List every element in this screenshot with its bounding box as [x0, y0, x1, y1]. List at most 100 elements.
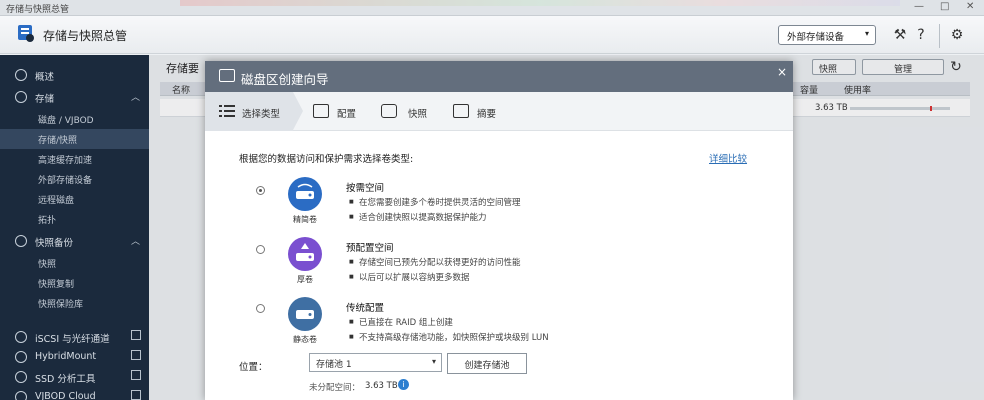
hybridmount-icon: [15, 351, 27, 363]
sidebar-item-snapshot-replica[interactable]: 快照复制: [0, 273, 149, 293]
sidebar-item-storage[interactable]: 存储 ︿: [0, 87, 149, 107]
sidebar-item-snapshot-vault[interactable]: 快照保险库: [0, 293, 149, 313]
search-tools-icon[interactable]: ⚒: [891, 26, 909, 44]
external-link-icon: [131, 350, 141, 360]
sidebar-item-label: HybridMount: [35, 351, 97, 362]
info-icon[interactable]: i: [398, 379, 409, 390]
camera-icon: [381, 104, 397, 118]
sidebar-item-remote-disk[interactable]: 远程磁盘: [0, 189, 149, 209]
sidebar-item-label: 高速缓存加速: [38, 156, 93, 166]
volume-caption: 静态卷: [293, 335, 317, 344]
volume-creation-wizard: 磁盘区创建向导 × 选择类型 配置 快照 摘要 根据您的数据访问和保护需求选择卷…: [205, 61, 793, 400]
step-snapshot[interactable]: 快照: [381, 92, 441, 131]
option-title: 按需空间: [346, 183, 385, 194]
modal-header: 磁盘区创建向导 ×: [205, 61, 793, 92]
sidebar-item-label: 外部存储设备: [38, 176, 93, 186]
step-label: 快照: [408, 109, 428, 120]
unallocated-label: 未分配空间：: [309, 383, 361, 393]
chevron-up-icon: ︿: [130, 237, 140, 247]
step-select-type[interactable]: 选择类型: [205, 92, 293, 131]
static-volume-icon: [288, 297, 322, 331]
sidebar-item-iscsi[interactable]: iSCSI 与光纤通道: [0, 327, 149, 347]
sidebar-item-label: 快照复制: [38, 280, 75, 290]
create-pool-button[interactable]: 创建存储池: [447, 353, 527, 374]
maximize-button[interactable]: □: [940, 1, 949, 12]
step-label: 摘要: [477, 109, 497, 120]
thin-volume-radio[interactable]: [256, 186, 265, 195]
app-header: 存储与快照总管 外部存储设备 ▾ ⚒ ? ⚙: [0, 16, 984, 54]
sidebar-item-cache[interactable]: 高速缓存加速: [0, 149, 149, 169]
storage-pool-select[interactable]: 存储池 1 ▾: [309, 353, 442, 372]
step-label: 选择类型: [242, 109, 281, 120]
sidebar-item-external-storage[interactable]: 外部存储设备: [0, 169, 149, 189]
step-arrow: [293, 92, 303, 130]
app-title: 存储与快照总管: [43, 29, 128, 43]
thick-volume-radio[interactable]: [256, 245, 265, 254]
option-title: 传统配置: [346, 303, 385, 314]
compare-link[interactable]: 详细比较: [709, 151, 747, 165]
external-link-icon: [131, 370, 141, 380]
unallocated-value: 3.63 TB: [365, 381, 398, 391]
wizard-steps: 选择类型 配置 快照 摘要: [205, 92, 793, 131]
sidebar-item-snapshot[interactable]: 快照: [0, 253, 149, 273]
external-device-label: 外部存储设备: [787, 32, 845, 43]
external-link-icon: [131, 330, 141, 340]
option-bullet: 已直接在 RAID 组上创建: [349, 316, 453, 328]
volume-caption: 精简卷: [293, 215, 317, 224]
sidebar-item-overview[interactable]: 概述: [0, 65, 149, 85]
header-divider: [939, 24, 940, 48]
storage-pool-value: 存储池 1: [316, 360, 352, 370]
thick-volume-icon: [288, 237, 322, 271]
window-titlebar: 存储与快照总管 — □ ✕: [0, 0, 984, 16]
sidebar-item-label: 快照保险库: [38, 300, 84, 310]
cloud-icon: [15, 391, 27, 400]
sidebar-item-label: VJBOD Cloud: [35, 391, 96, 400]
storage-icon: [15, 91, 27, 103]
thin-volume-icon: [288, 177, 322, 211]
sidebar-item-label: 拓扑: [38, 216, 57, 226]
external-device-dropdown[interactable]: 外部存储设备 ▾: [778, 25, 876, 45]
location-label: 位置：: [239, 362, 268, 373]
sidebar-item-label: 存储: [35, 94, 55, 105]
chevron-down-icon: ▾: [431, 357, 436, 366]
chevron-down-icon: ▾: [864, 29, 869, 38]
static-volume-radio[interactable]: [256, 304, 265, 313]
sidebar-item-label: 磁盘 / VJBOD: [38, 116, 94, 126]
step-label: 配置: [337, 109, 357, 120]
option-bullet: 不支持高级存储池功能，如快照保护或块级别 LUN: [349, 331, 549, 343]
sidebar-item-label: 概述: [35, 72, 55, 83]
help-icon[interactable]: ?: [912, 26, 930, 44]
external-link-icon: [131, 390, 141, 400]
step-config[interactable]: 配置: [313, 92, 373, 131]
ssd-icon: [15, 371, 27, 383]
sidebar-item-storage-snapshot[interactable]: 存储/快照: [0, 129, 149, 149]
sidebar-item-label: SSD 分析工具: [35, 374, 96, 385]
option-bullet: 适合创建快照以提高数据保护能力: [349, 211, 487, 223]
minimize-button[interactable]: —: [914, 1, 924, 12]
sidebar-item-label: iSCSI 与光纤通道: [35, 334, 110, 345]
step-summary[interactable]: 摘要: [453, 92, 513, 131]
snapshot-icon: [15, 235, 27, 247]
config-icon: [313, 104, 329, 118]
close-icon[interactable]: ×: [777, 65, 787, 79]
sidebar-item-topology[interactable]: 拓扑: [0, 209, 149, 229]
sidebar-item-vjbod-cloud[interactable]: VJBOD Cloud: [0, 387, 149, 400]
sidebar-item-disks[interactable]: 磁盘 / VJBOD: [0, 109, 149, 129]
chevron-up-icon: ︿: [130, 93, 140, 103]
modal-title: 磁盘区创建向导: [241, 72, 329, 87]
sidebar-item-ssd-tool[interactable]: SSD 分析工具: [0, 367, 149, 387]
option-bullet: 以后可以扩展以容纳更多数据: [349, 271, 470, 283]
storage-app-icon: [18, 25, 34, 42]
sidebar-item-label: 远程磁盘: [38, 196, 75, 206]
dashboard-icon: [15, 69, 27, 81]
iscsi-icon: [15, 331, 27, 343]
settings-icon[interactable]: ⚙: [948, 26, 966, 44]
sidebar-item-hybridmount[interactable]: HybridMount: [0, 347, 149, 367]
summary-icon: [453, 104, 469, 118]
option-bullet: 存储空间已预先分配以获得更好的访问性能: [349, 256, 521, 268]
option-bullet: 在您需要创建多个卷时提供灵活的空间管理: [349, 196, 521, 208]
decor-strip: [180, 0, 900, 6]
window-title: 存储与快照总管: [6, 5, 70, 15]
sidebar-item-snapshot-backup[interactable]: 快照备份 ︿: [0, 231, 149, 251]
close-window-button[interactable]: ✕: [966, 1, 974, 12]
